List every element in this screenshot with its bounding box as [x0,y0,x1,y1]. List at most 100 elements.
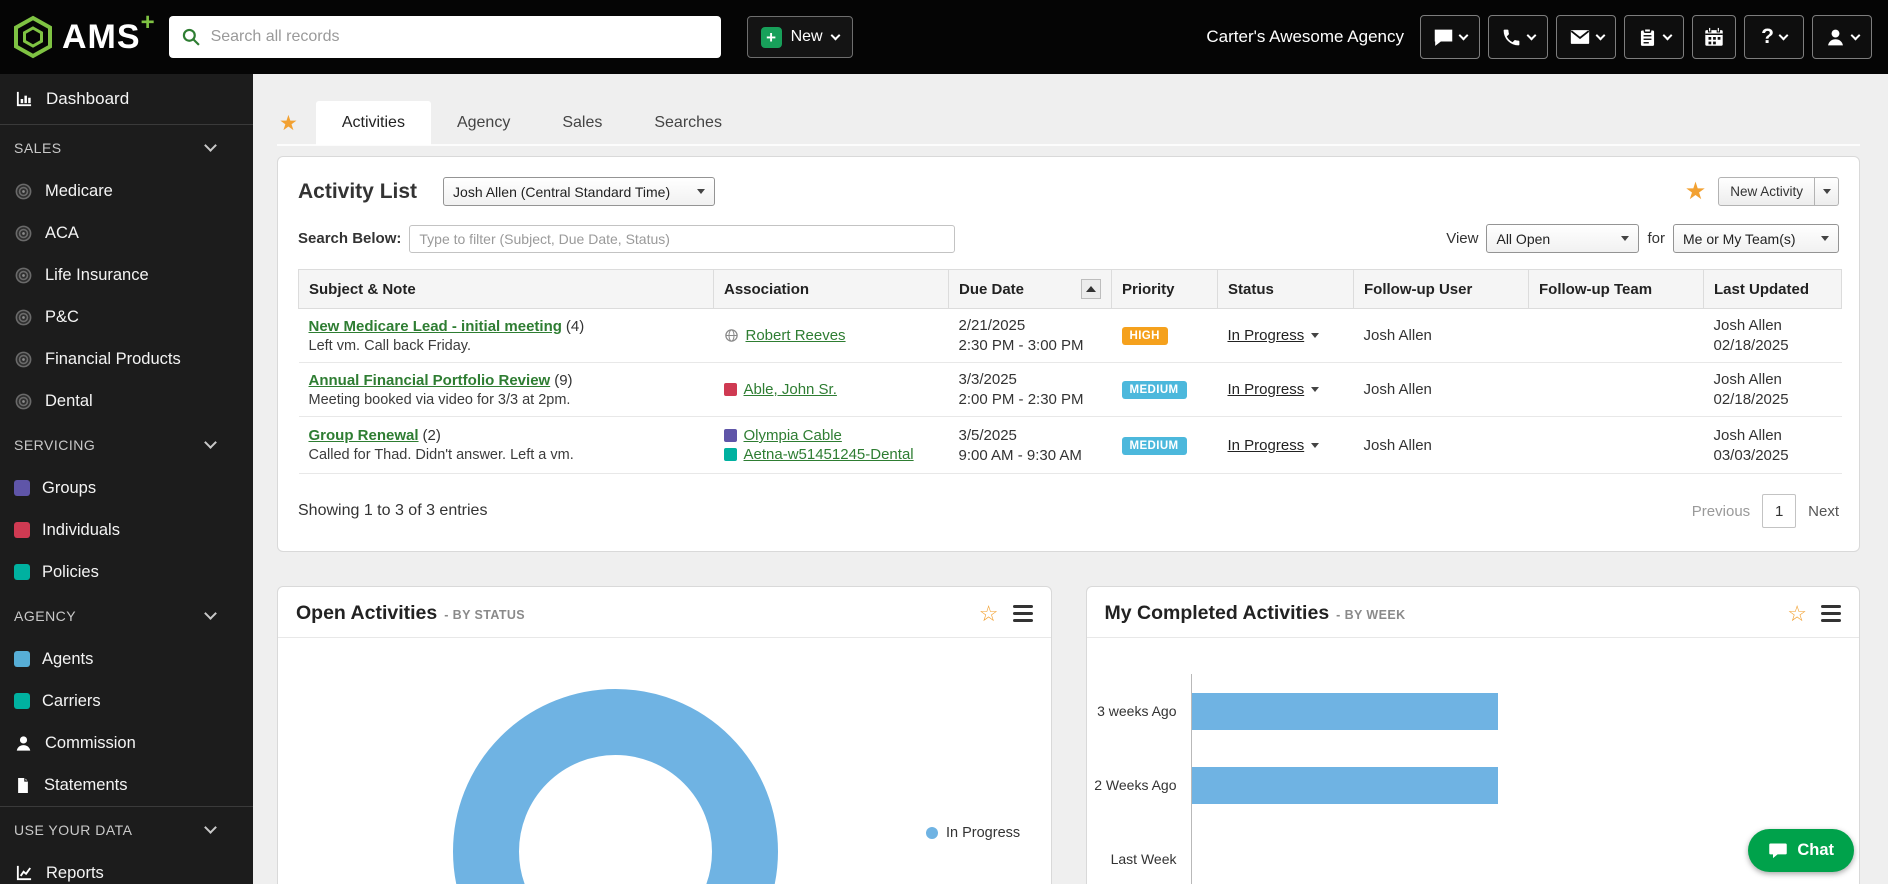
column-status[interactable]: Status [1218,270,1354,309]
sidebar-item-individuals[interactable]: Individuals [0,509,253,551]
view-select-value: All Open [1496,231,1550,247]
sidebar: Dashboard SALES Medicare ACA Life Insura… [0,74,253,884]
due-time: 2:00 PM - 2:30 PM [959,391,1102,408]
messages-button[interactable] [1420,15,1480,59]
priority-cell: HIGH [1112,309,1218,363]
status-value: In Progress [1228,327,1305,344]
tab-label: Sales [562,114,602,132]
completed-activities-card: My Completed Activities - BY WEEK ☆ 3 we… [1086,586,1861,884]
account-button[interactable] [1812,15,1872,59]
status-cell: In Progress [1218,309,1354,363]
sidebar-item-dashboard[interactable]: Dashboard [0,74,253,124]
app-logo[interactable]: AMS+ [0,15,169,59]
chevron-down-icon [1621,236,1629,241]
filter-input[interactable] [409,225,955,253]
favorite-star-icon[interactable]: ★ [279,111,298,136]
column-due-date[interactable]: Due Date [949,270,1112,309]
target-icon [14,266,33,285]
due-date: 3/3/2025 [959,371,1102,388]
sidebar-item-life-insurance[interactable]: Life Insurance [0,254,253,296]
sidebar-item-statements[interactable]: Statements [0,764,253,806]
chevron-down-icon [204,821,217,834]
help-button[interactable]: ? [1744,15,1804,59]
column-priority[interactable]: Priority [1112,270,1218,309]
sidebar-section-use-your-data[interactable]: USE YOUR DATA [0,807,253,852]
page-title: Activity List [298,180,417,204]
subject-link[interactable]: Annual Financial Portfolio Review [309,372,551,389]
subject-link[interactable]: Group Renewal [309,427,419,444]
help-icon: ? [1761,25,1774,49]
subject-link[interactable]: New Medicare Lead - initial meeting [309,318,562,335]
bar-category-label: 3 weeks Ago [1087,703,1191,719]
new-button[interactable]: + New [747,16,853,58]
sidebar-item-carriers[interactable]: Carriers [0,680,253,722]
hamburger-menu-icon[interactable] [1821,605,1841,623]
association-cell: Able, John Sr. [714,363,949,417]
favorite-star-icon[interactable]: ★ [1685,177,1707,206]
column-subject-note[interactable]: Subject & Note [299,270,714,309]
sidebar-item-reports[interactable]: Reports [0,852,253,884]
tab-searches[interactable]: Searches [628,101,748,145]
chat-button[interactable]: Chat [1748,829,1854,872]
column-association[interactable]: Association [714,270,949,309]
bar-track [1191,748,1860,822]
bar [1192,767,1498,804]
new-activity-button[interactable]: New Activity [1718,177,1815,206]
sidebar-section-agency[interactable]: AGENCY [0,593,253,638]
sidebar-section-sales[interactable]: SALES [0,125,253,170]
search-input[interactable] [211,28,709,46]
person-icon [1825,27,1846,48]
sidebar-item-medicare[interactable]: Medicare [0,170,253,212]
chat-button-label: Chat [1797,841,1834,860]
next-page-button[interactable]: Next [1808,503,1839,520]
last-updated-cell: Josh Allen 02/18/2025 [1704,363,1842,417]
tasks-button[interactable] [1624,15,1684,59]
sidebar-item-policies[interactable]: Policies [0,551,253,593]
sidebar-item-financial-products[interactable]: Financial Products [0,338,253,380]
hamburger-menu-icon[interactable] [1013,605,1033,623]
association-link[interactable]: Aetna-w51451245-Dental [744,446,914,463]
chevron-down-icon [204,139,217,152]
association-link[interactable]: Able, John Sr. [744,381,837,398]
sidebar-section-servicing[interactable]: SERVICING [0,422,253,467]
association-link[interactable]: Robert Reeves [746,327,846,344]
previous-page-button[interactable]: Previous [1692,503,1750,520]
column-last-updated[interactable]: Last Updated [1704,270,1842,309]
chevron-down-icon [1595,30,1605,40]
tab-agency[interactable]: Agency [431,101,536,145]
sidebar-item-dental[interactable]: Dental [0,380,253,422]
email-button[interactable] [1556,15,1616,59]
timezone-select[interactable]: Josh Allen (Central Standard Time) [443,177,715,206]
sidebar-item-groups[interactable]: Groups [0,467,253,509]
sidebar-item-commission[interactable]: Commission [0,722,253,764]
association-link[interactable]: Olympia Cable [744,427,842,444]
favorite-star-icon[interactable]: ☆ [979,603,999,625]
status-dropdown[interactable]: In Progress [1228,437,1320,454]
for-select-value: Me or My Team(s) [1683,231,1796,247]
chevron-down-icon [1851,30,1861,40]
sidebar-item-agents[interactable]: Agents [0,638,253,680]
view-select[interactable]: All Open [1486,224,1639,253]
sidebar-item-aca[interactable]: ACA [0,212,253,254]
calendar-button[interactable] [1692,15,1736,59]
note-text: Meeting booked via video for 3/3 at 2pm. [309,392,704,408]
favorite-star-icon[interactable]: ☆ [1787,603,1807,625]
status-dropdown[interactable]: In Progress [1228,381,1320,398]
target-icon [14,392,33,411]
bar-track [1191,674,1860,748]
column-followup-team[interactable]: Follow-up Team [1529,270,1704,309]
page-number-button[interactable]: 1 [1762,494,1796,528]
new-activity-dropdown-toggle[interactable] [1815,177,1839,206]
sort-asc-button[interactable] [1081,279,1101,299]
sidebar-item-label: ACA [45,224,79,243]
bar-category-label: Last Week [1087,851,1191,867]
for-select[interactable]: Me or My Team(s) [1673,224,1839,253]
column-followup-user[interactable]: Follow-up User [1354,270,1529,309]
chevron-down-icon [1311,333,1319,338]
sidebar-item-pc[interactable]: P&C [0,296,253,338]
tab-activities[interactable]: Activities [316,101,431,145]
groups-icon [14,480,30,496]
tab-sales[interactable]: Sales [536,101,628,145]
status-dropdown[interactable]: In Progress [1228,327,1320,344]
phone-button[interactable] [1488,15,1548,59]
